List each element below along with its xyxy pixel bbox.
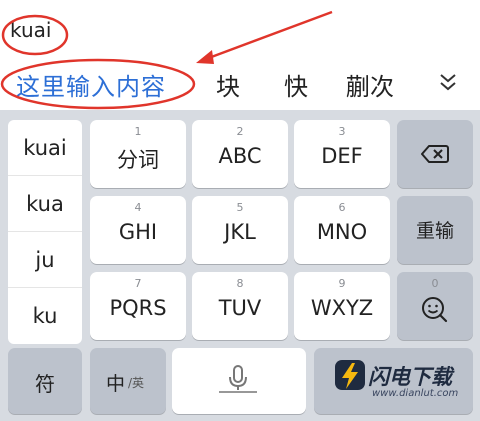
key-number: 9 <box>338 277 346 290</box>
reenter-key[interactable]: 重输 <box>397 196 473 264</box>
lightning-logo-icon <box>335 360 365 390</box>
watermark-url: www.dianlut.com <box>372 388 459 399</box>
key-number: 3 <box>338 125 346 138</box>
candidate-first[interactable]: 这里输入内容 <box>16 67 166 102</box>
lang-sub: /英 <box>128 376 145 390</box>
pinyin-option[interactable]: kuai <box>8 120 82 176</box>
watermark: 闪电下载 www.dianlut.com <box>330 357 474 409</box>
language-switch-key[interactable]: 中 /英 <box>90 348 166 414</box>
key-2-abc[interactable]: 2 ABC <box>192 120 288 188</box>
key-number: 0 <box>431 277 439 290</box>
candidate-item[interactable]: 块 <box>216 67 240 102</box>
key-6-mno[interactable]: 6 MNO <box>294 196 390 264</box>
key-label: ABC <box>218 144 262 168</box>
key-4-ghi[interactable]: 4 GHI <box>90 196 186 264</box>
key-0-emoji[interactable]: 0 <box>397 272 473 340</box>
key-9-wxyz[interactable]: 9 WXYZ <box>294 272 390 340</box>
symbol-key[interactable]: 符 <box>8 348 82 414</box>
key-5-jkl[interactable]: 5 JKL <box>192 196 288 264</box>
candidate-bar: 这里输入内容 块 快 蒯次 <box>0 56 480 110</box>
pinyin-option[interactable]: kua <box>8 176 82 232</box>
pinyin-text: kuai <box>10 18 52 42</box>
key-label: PQRS <box>109 296 167 320</box>
candidate-item[interactable]: 蒯次 <box>346 67 394 102</box>
lang-main: 中 <box>106 373 126 395</box>
key-label: JKL <box>224 220 256 244</box>
emoji-search-icon <box>422 297 448 323</box>
key-label: MNO <box>316 220 368 244</box>
key-label: 分词 <box>117 148 159 172</box>
candidate-item[interactable]: 快 <box>284 67 308 102</box>
composition-bar: kuai <box>0 0 480 56</box>
key-8-tuv[interactable]: 8 TUV <box>192 272 288 340</box>
pinyin-option[interactable]: ju <box>8 232 82 288</box>
pinyin-list: kuai kua ju ku <box>8 120 82 344</box>
key-number: 2 <box>236 125 244 138</box>
key-number: 5 <box>236 201 244 214</box>
key-1-segment[interactable]: 1 分词 <box>90 120 186 188</box>
double-chevron-down-icon[interactable] <box>436 70 460 94</box>
key-label: 重输 <box>415 220 454 242</box>
backspace-icon <box>421 145 449 163</box>
backspace-key[interactable] <box>397 120 473 188</box>
key-label: 符 <box>35 372 55 396</box>
key-label: DEF <box>321 144 363 168</box>
pinyin-option[interactable]: ku <box>8 288 82 344</box>
key-7-pqrs[interactable]: 7 PQRS <box>90 272 186 340</box>
key-number: 6 <box>338 201 346 214</box>
key-label: WXYZ <box>310 296 374 320</box>
key-label: TUV <box>218 296 262 320</box>
key-label: GHI <box>118 220 158 244</box>
key-number: 8 <box>236 277 244 290</box>
space-key[interactable] <box>172 348 306 414</box>
microphone-icon <box>219 365 257 393</box>
key-number: 1 <box>134 125 142 138</box>
key-number: 7 <box>134 277 142 290</box>
watermark-name: 闪电下载 <box>368 365 452 389</box>
key-3-def[interactable]: 3 DEF <box>294 120 390 188</box>
key-number: 4 <box>134 201 142 214</box>
